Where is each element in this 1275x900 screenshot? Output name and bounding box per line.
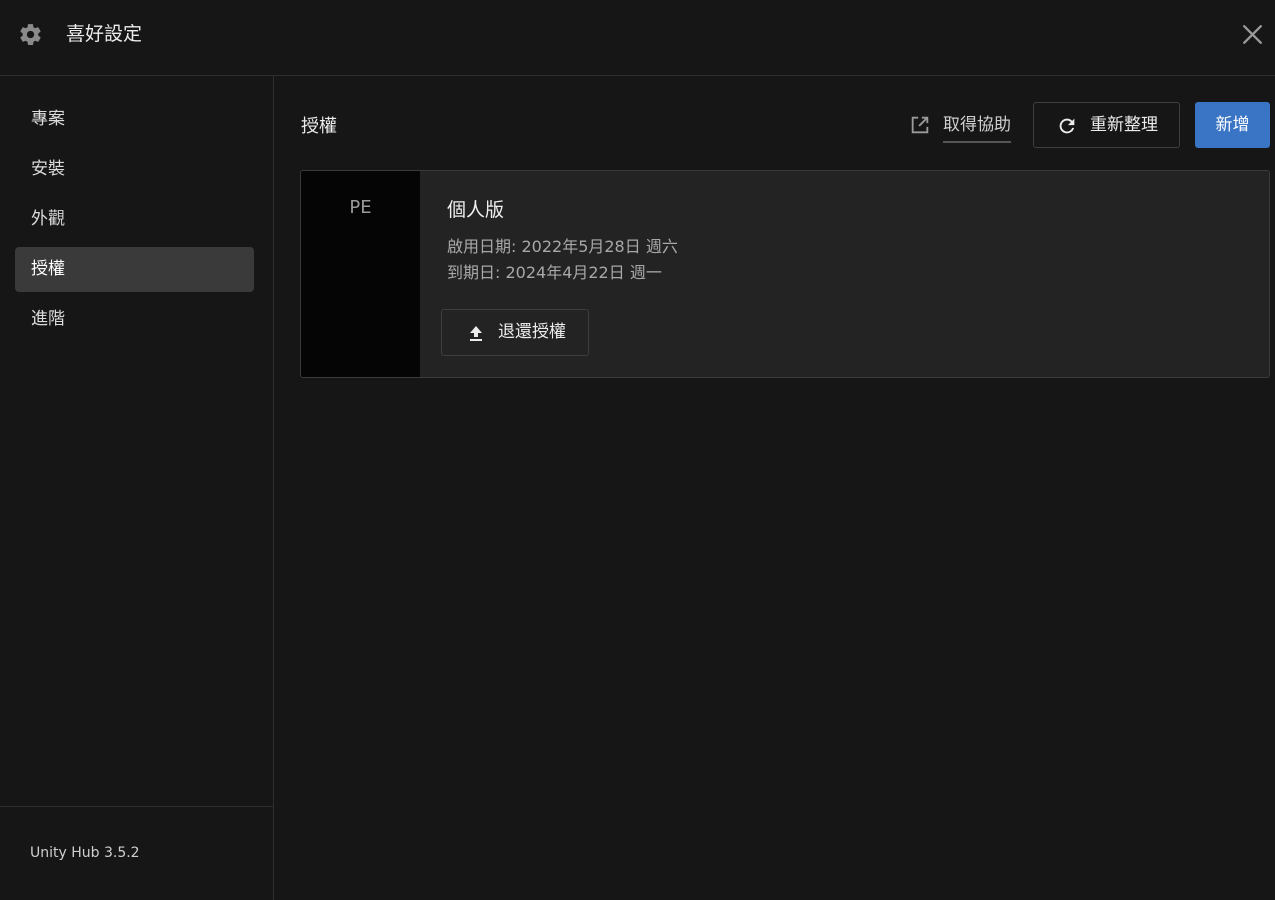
license-card: PE 個人版 啟用日期: 2022年5月28日 週六 到期日: 2024年4月2… xyxy=(300,170,1270,378)
license-details: 個人版 啟用日期: 2022年5月28日 週六 到期日: 2024年4月22日 … xyxy=(420,171,1269,377)
refresh-label: 重新整理 xyxy=(1090,115,1158,135)
sidebar-footer: Unity Hub 3.5.2 xyxy=(0,806,273,900)
sidebar: 專案 安裝 外觀 授權 進階 Unity Hub 3.5.2 xyxy=(0,76,274,900)
app-version: Unity Hub 3.5.2 xyxy=(30,845,140,861)
sidebar-item-advanced[interactable]: 進階 xyxy=(15,297,254,342)
return-license-button[interactable]: 退還授權 xyxy=(441,309,589,356)
main-content: 授權 取得協助 重新整理 新增 PE 個人版 啟用日期: 2022年5月28日 … xyxy=(275,76,1275,900)
return-license-label: 退還授權 xyxy=(498,322,566,342)
title-bar: 喜好設定 xyxy=(0,0,1275,76)
activation-date: 啟用日期: 2022年5月28日 週六 xyxy=(447,237,678,256)
page-title: 授權 xyxy=(301,116,337,137)
sidebar-item-licenses[interactable]: 授權 xyxy=(15,247,254,292)
close-icon[interactable] xyxy=(1240,22,1265,47)
preferences-window: 喜好設定 專案 安裝 外觀 授權 進階 Unity Hub 3.5.2 授權 取… xyxy=(0,0,1275,900)
upload-arrow-icon xyxy=(470,326,482,341)
expiration-date: 到期日: 2024年4月22日 週一 xyxy=(447,263,662,282)
add-license-button[interactable]: 新增 xyxy=(1195,102,1270,148)
gear-icon xyxy=(20,24,41,45)
window-title: 喜好設定 xyxy=(66,23,143,45)
refresh-icon xyxy=(1059,118,1075,134)
license-badge-text: PE xyxy=(349,197,372,218)
sidebar-item-appearance[interactable]: 外觀 xyxy=(15,197,254,242)
license-plan-name: 個人版 xyxy=(447,199,505,221)
external-link-icon xyxy=(911,116,929,134)
sidebar-item-installs[interactable]: 安裝 xyxy=(15,147,254,192)
license-badge: PE xyxy=(301,171,420,377)
get-help-label: 取得協助 xyxy=(943,112,1011,143)
sidebar-item-projects[interactable]: 專案 xyxy=(15,97,254,142)
refresh-button[interactable]: 重新整理 xyxy=(1033,102,1180,148)
